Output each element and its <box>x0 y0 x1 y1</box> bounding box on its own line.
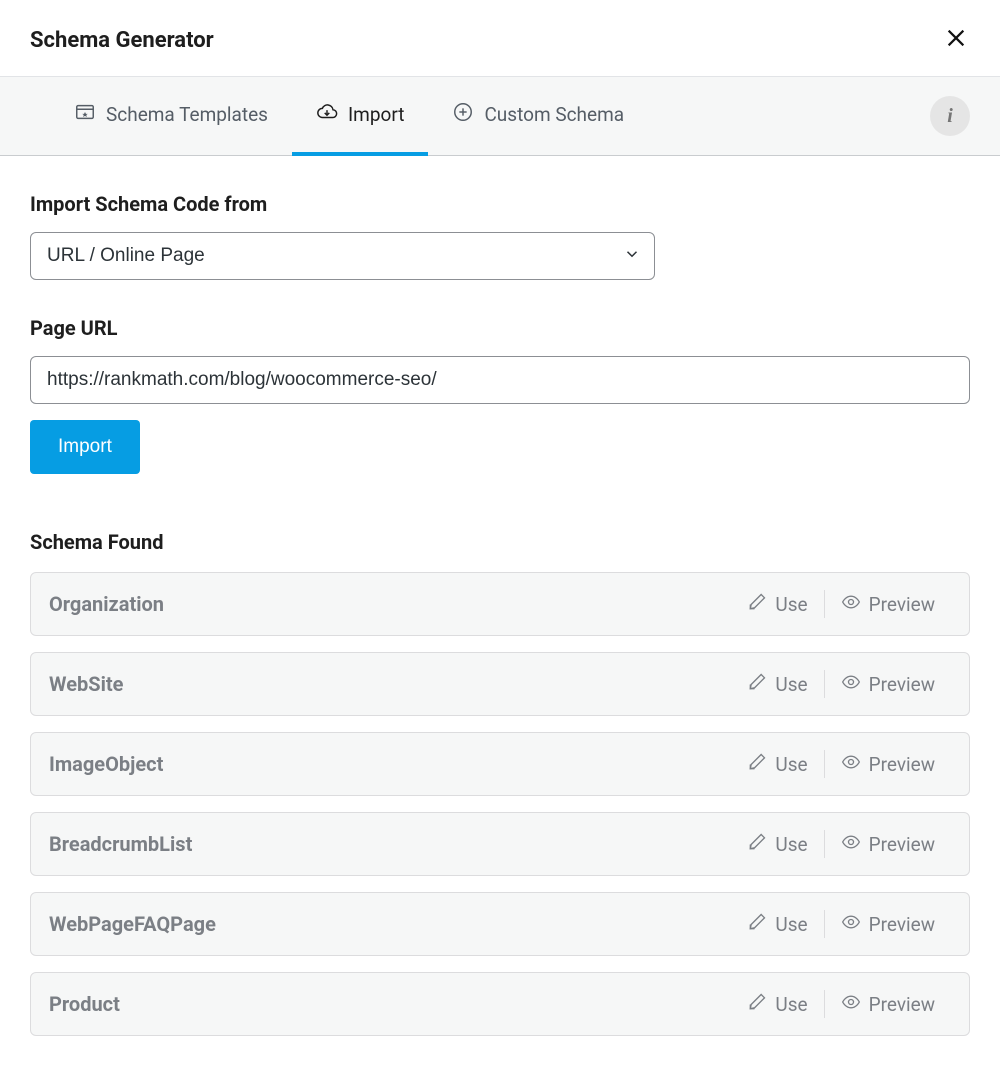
tab-schema-templates[interactable]: Schema Templates <box>50 77 292 156</box>
eye-icon <box>841 912 861 937</box>
info-button[interactable]: i <box>930 96 970 136</box>
cloud-download-icon <box>316 101 338 128</box>
preview-button[interactable]: Preview <box>825 826 951 863</box>
info-icon: i <box>947 105 953 128</box>
tab-import[interactable]: Import <box>292 77 428 156</box>
use-label: Use <box>775 833 807 856</box>
use-label: Use <box>775 673 807 696</box>
use-button[interactable]: Use <box>731 826 823 863</box>
import-button[interactable]: Import <box>30 420 140 474</box>
edit-icon <box>747 832 767 857</box>
use-button[interactable]: Use <box>731 666 823 703</box>
close-icon <box>945 27 967 53</box>
schema-name: Product <box>49 992 731 1016</box>
schema-row: WebPageFAQPage Use Preview <box>30 892 970 956</box>
schema-name: ImageObject <box>49 752 731 776</box>
preview-button[interactable]: Preview <box>825 746 951 783</box>
modal-title: Schema Generator <box>30 28 214 53</box>
tab-label: Custom Schema <box>484 103 624 126</box>
plus-circle-icon <box>452 101 474 128</box>
tabs-bar: Schema Templates Import Custom Schema i <box>0 76 1000 156</box>
preview-button[interactable]: Preview <box>825 906 951 943</box>
content-area: Import Schema Code from Page URL Import … <box>0 156 1000 1066</box>
schema-name: WebSite <box>49 672 731 696</box>
use-label: Use <box>775 753 807 776</box>
templates-icon <box>74 101 96 128</box>
schema-name: BreadcrumbList <box>49 832 731 856</box>
row-actions: Use Preview <box>731 906 951 943</box>
edit-icon <box>747 592 767 617</box>
tab-custom-schema[interactable]: Custom Schema <box>428 77 648 156</box>
tab-label: Import <box>348 103 404 126</box>
schema-found-list: Organization Use Preview WebSite <box>30 572 970 1036</box>
use-button[interactable]: Use <box>731 746 823 783</box>
tab-label: Schema Templates <box>106 103 268 126</box>
use-label: Use <box>775 593 807 616</box>
preview-button[interactable]: Preview <box>825 986 951 1023</box>
eye-icon <box>841 832 861 857</box>
schema-row: BreadcrumbList Use Preview <box>30 812 970 876</box>
edit-icon <box>747 752 767 777</box>
preview-button[interactable]: Preview <box>825 666 951 703</box>
edit-icon <box>747 672 767 697</box>
preview-label: Preview <box>869 673 935 696</box>
modal-header: Schema Generator <box>0 0 1000 76</box>
use-button[interactable]: Use <box>731 906 823 943</box>
use-label: Use <box>775 913 807 936</box>
schema-name: Organization <box>49 592 731 616</box>
use-label: Use <box>775 993 807 1016</box>
preview-label: Preview <box>869 913 935 936</box>
row-actions: Use Preview <box>731 586 951 623</box>
row-actions: Use Preview <box>731 826 951 863</box>
preview-button[interactable]: Preview <box>825 586 951 623</box>
source-select[interactable] <box>30 232 655 280</box>
source-label: Import Schema Code from <box>30 192 970 216</box>
edit-icon <box>747 912 767 937</box>
use-button[interactable]: Use <box>731 986 823 1023</box>
eye-icon <box>841 672 861 697</box>
row-actions: Use Preview <box>731 666 951 703</box>
close-button[interactable] <box>942 26 970 54</box>
source-select-wrap <box>30 232 655 280</box>
schema-row: ImageObject Use Preview <box>30 732 970 796</box>
schema-name: WebPageFAQPage <box>49 912 731 936</box>
row-actions: Use Preview <box>731 746 951 783</box>
eye-icon <box>841 592 861 617</box>
schema-row: Organization Use Preview <box>30 572 970 636</box>
schema-found-heading: Schema Found <box>30 530 970 554</box>
url-label: Page URL <box>30 316 970 340</box>
schema-row: Product Use Preview <box>30 972 970 1036</box>
eye-icon <box>841 752 861 777</box>
preview-label: Preview <box>869 593 935 616</box>
page-url-input[interactable] <box>30 356 970 404</box>
use-button[interactable]: Use <box>731 586 823 623</box>
schema-row: WebSite Use Preview <box>30 652 970 716</box>
row-actions: Use Preview <box>731 986 951 1023</box>
eye-icon <box>841 992 861 1017</box>
edit-icon <box>747 992 767 1017</box>
preview-label: Preview <box>869 993 935 1016</box>
preview-label: Preview <box>869 753 935 776</box>
preview-label: Preview <box>869 833 935 856</box>
